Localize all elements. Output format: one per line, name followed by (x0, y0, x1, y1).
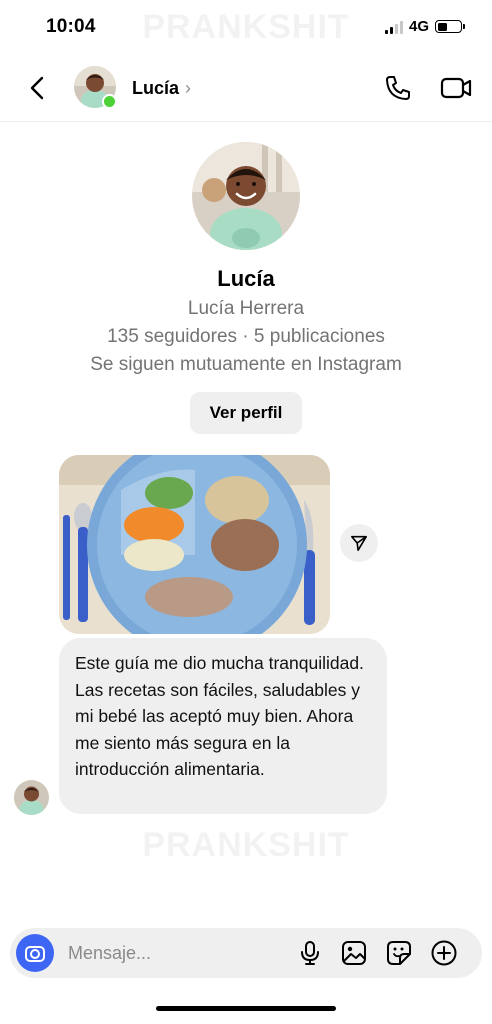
profile-card: Lucía Lucía Herrera 135 seguidores · 5 p… (0, 142, 492, 434)
message-photo[interactable] (59, 455, 330, 634)
camera-icon (25, 946, 45, 962)
home-indicator (156, 1006, 336, 1011)
watermark-top: PRANKSHIT (142, 8, 350, 46)
microphone-icon[interactable] (296, 939, 324, 967)
chevron-right-icon: › (185, 78, 192, 98)
profile-full-name: Lucía Herrera (187, 298, 305, 319)
send-icon (350, 535, 368, 552)
plus-circle-icon[interactable] (430, 939, 458, 967)
video-camera-icon[interactable] (440, 74, 472, 102)
profile-name: Lucía (217, 266, 275, 291)
header-name[interactable]: Lucía › (132, 78, 191, 99)
sticker-icon[interactable] (385, 939, 413, 967)
header-name-text: Lucía (132, 78, 180, 98)
view-profile-button[interactable]: Ver perfil (189, 392, 303, 434)
message-composer (10, 928, 482, 978)
message-bubble[interactable]: Este guía me dio mucha tranquilidad. Las… (59, 638, 387, 814)
share-button[interactable] (340, 524, 378, 562)
sender-avatar[interactable] (14, 780, 49, 815)
back-icon[interactable] (24, 74, 52, 102)
gallery-icon[interactable] (340, 939, 368, 967)
profile-avatar[interactable] (192, 142, 300, 250)
online-status-dot (102, 94, 117, 109)
camera-button[interactable] (16, 934, 54, 972)
watermark-bottom: PRANKSHIT (142, 826, 350, 864)
chat-header: Lucía › (0, 54, 492, 122)
profile-mutual-text: Se siguen mutuamente en Instagram (90, 354, 402, 375)
message-input[interactable] (68, 941, 288, 965)
phone-icon[interactable] (384, 74, 412, 102)
profile-stats: 135 seguidores · 5 publicaciones (107, 326, 385, 347)
